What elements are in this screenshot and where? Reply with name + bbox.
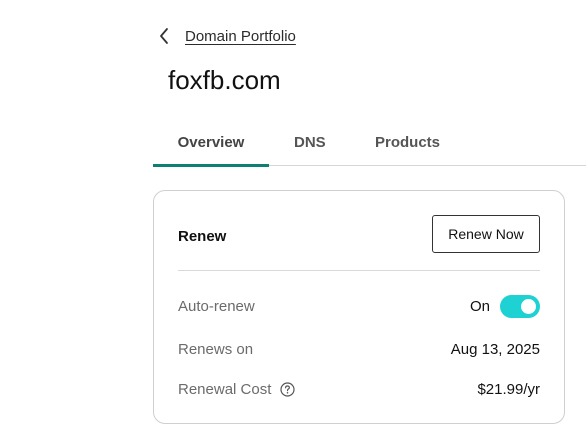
renewal-cost-label: Renewal Cost (178, 380, 272, 398)
toggle-knob (521, 298, 536, 314)
renew-card-title: Renew (178, 228, 227, 245)
renewal-cost-value: $21.99/yr (477, 380, 540, 398)
domain-overview-page: Domain Portfolio foxfb.com Overview DNS … (0, 0, 586, 448)
domain-portfolio-link[interactable]: Domain Portfolio (185, 28, 296, 45)
tab-overview[interactable]: Overview (153, 124, 269, 167)
renews-on-row: Renews on Aug 13, 2025 (178, 337, 540, 361)
renew-now-button[interactable]: Renew Now (432, 215, 540, 253)
renews-on-date: Aug 13, 2025 (450, 340, 540, 358)
tab-products[interactable]: Products (375, 124, 440, 166)
divider (178, 270, 540, 271)
tab-bar: Overview DNS Products (153, 124, 586, 167)
breadcrumb: Domain Portfolio (158, 26, 296, 46)
renews-on-label: Renews on (178, 340, 254, 358)
renewal-cost-row: Renewal Cost $21.99/yr (178, 377, 540, 401)
auto-renew-label: Auto-renew (178, 297, 255, 315)
page-title: foxfb.com (168, 65, 281, 95)
question-circle-icon[interactable] (280, 381, 295, 397)
auto-renew-toggle[interactable] (500, 294, 540, 318)
auto-renew-row: Auto-renew On (178, 294, 540, 318)
renewal-cost-label-group: Renewal Cost (178, 381, 295, 398)
renew-card: Renew Renew Now Auto-renew On Renews on … (153, 190, 565, 424)
auto-renew-value-group: On (469, 294, 540, 318)
auto-renew-status: On (469, 297, 490, 315)
chevron-left-icon[interactable] (158, 26, 174, 46)
tab-dns[interactable]: DNS (294, 124, 326, 166)
